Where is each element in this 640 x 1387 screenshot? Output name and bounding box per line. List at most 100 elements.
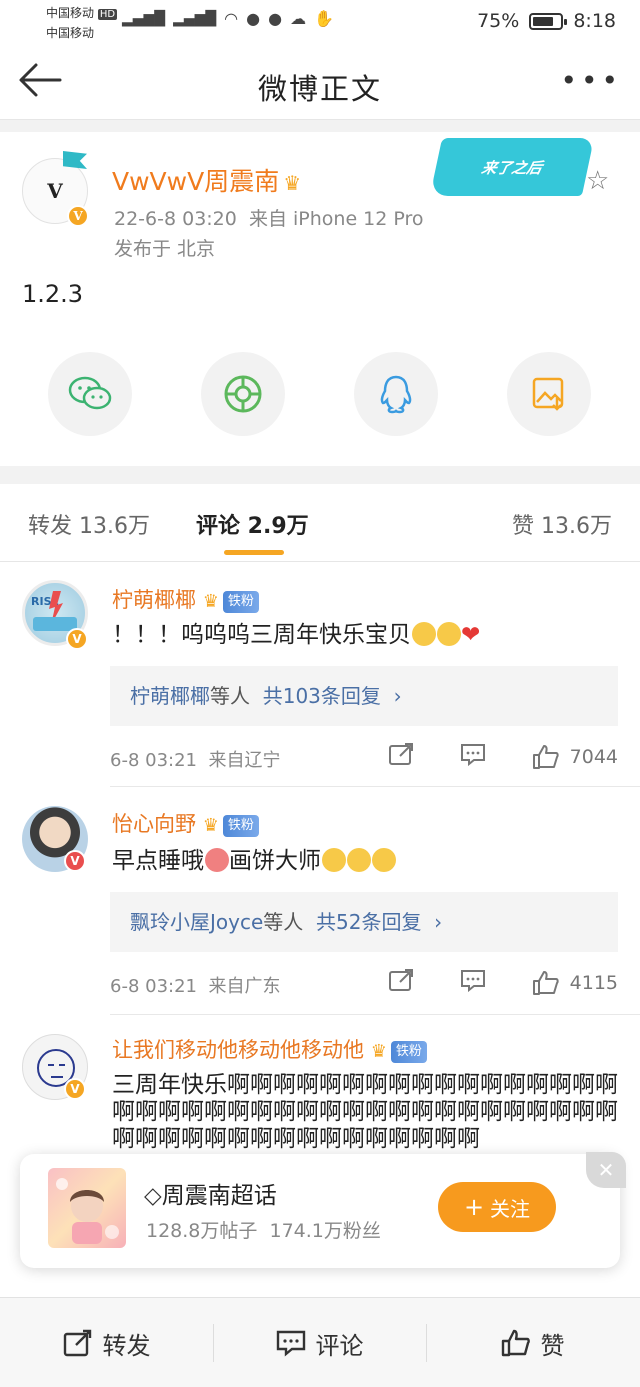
- close-icon[interactable]: ✕: [586, 1152, 626, 1188]
- comment-actions: 4115: [388, 968, 618, 997]
- post-date: 22-6-8 03:20: [114, 208, 237, 230]
- crown-icon: ♛: [283, 171, 302, 195]
- share-qq-button[interactable]: [354, 352, 438, 436]
- tab-repost[interactable]: 转发 13.6万: [28, 508, 150, 540]
- like-count: 7044: [569, 745, 618, 768]
- fan-crown-icon: ♛: [202, 815, 219, 836]
- author-name[interactable]: VwVwV周震南 ♛: [112, 162, 301, 198]
- nav-bar: 微博正文 •••: [0, 44, 640, 120]
- signal-icon: ▂▄▆█: [122, 10, 166, 27]
- commenter-name-text: 柠萌椰椰: [112, 588, 196, 612]
- tab-likes[interactable]: 赞 13.6万: [512, 508, 612, 540]
- comment-button[interactable]: 评论: [213, 1298, 426, 1387]
- favorite-star-icon[interactable]: ☆: [586, 166, 609, 196]
- carrier-info: 中国移动 HD 中国移动: [46, 4, 118, 42]
- wifi-icon: ◠: [224, 9, 239, 28]
- hand-icon: ✋: [314, 9, 334, 28]
- post-source: 来自 iPhone 12 Pro: [248, 208, 424, 230]
- repost-label: 转发: [102, 1331, 151, 1360]
- commenter-name[interactable]: 怡心向野 ♛ 铁粉: [112, 808, 259, 838]
- super-topic-card[interactable]: ◇周震南超话 128.8万帖子 174.1万粉丝 + 关注 ✕: [20, 1152, 626, 1268]
- comment-source: 来自辽宁: [208, 750, 281, 771]
- author-name-text: VwVwV周震南: [112, 167, 280, 196]
- author-avatar[interactable]: V V: [22, 151, 89, 227]
- share-moments-button[interactable]: [201, 352, 285, 436]
- post-meta: 22-6-8 03:20 来自 iPhone 12 Pro 发布于 北京: [114, 204, 424, 264]
- active-tab-indicator: [224, 550, 284, 555]
- wechat-icon: [68, 376, 112, 410]
- smile-emoji-icon: [347, 848, 371, 872]
- reply-summary[interactable]: 柠萌椰椰等人 共103条回复 ›: [110, 666, 618, 726]
- follow-button[interactable]: + 关注: [438, 1182, 556, 1232]
- share-icon[interactable]: [388, 968, 414, 997]
- signal-icon-2: ▂▄▆█: [173, 10, 217, 27]
- comment-icon: [276, 1330, 305, 1357]
- like-count: 4115: [569, 971, 618, 994]
- tab-comments[interactable]: 评论 2.9万: [196, 508, 309, 540]
- section-gap-2: [0, 466, 640, 484]
- like-post-button[interactable]: 赞: [426, 1298, 639, 1387]
- reply-icon[interactable]: [460, 968, 486, 997]
- share-wechat-button[interactable]: [48, 352, 132, 436]
- fan-level-badge: 铁粉: [390, 1041, 427, 1063]
- commenter-name[interactable]: 柠萌椰椰 ♛ 铁粉: [112, 584, 259, 614]
- weather-icon: ☁: [290, 9, 307, 28]
- more-button[interactable]: •••: [560, 64, 622, 97]
- reply-names: 飘玲小屋Joyce: [130, 910, 264, 934]
- status-icons: ▂▄▆█ ▂▄▆█ ◠ ● ● ☁ ✋: [122, 9, 334, 28]
- card-decoration-banner: 来了之后: [429, 138, 595, 196]
- follow-label: 关注: [490, 1196, 531, 1221]
- topic-thumbnail: [48, 1168, 126, 1248]
- fan-level-badge: 铁粉: [222, 591, 259, 613]
- reply-icon[interactable]: [460, 742, 486, 771]
- wechat-status-icon: ●: [268, 9, 283, 28]
- thumbs-up-icon: [501, 1329, 530, 1357]
- comment-item: V 怡心向野 ♛ 铁粉 早点睡哦 画饼大师 飘玲小屋Joyce等人 共52条回复 ›…: [0, 788, 640, 1016]
- weibo-detail-page: 中国移动 HD 中国移动 ▂▄▆█ ▂▄▆█ ◠ ● ● ☁ ✋ 75% 8:1…: [0, 0, 640, 1387]
- battery-level: [533, 16, 554, 26]
- thumbs-up-icon: [532, 744, 559, 769]
- fan-crown-icon: ♛: [202, 591, 219, 612]
- share-icon[interactable]: [388, 742, 414, 771]
- save-image-button[interactable]: [507, 352, 591, 436]
- battery-percent: 75%: [477, 10, 520, 32]
- topic-title: ◇周震南超话: [144, 1176, 277, 1210]
- smile-emoji-icon: [372, 848, 396, 872]
- topic-fans: 174.1万粉丝: [269, 1220, 381, 1242]
- commenter-name-text: 怡心向野: [112, 812, 196, 836]
- like-button[interactable]: 4115: [532, 970, 618, 996]
- diamond-icon: ◇: [144, 1183, 162, 1209]
- comment-meta: 6-8 03:21 来自广东: [110, 972, 280, 998]
- comment-text-body: 早点睡哦: [112, 848, 204, 874]
- topic-title-text: 周震南超话: [161, 1183, 277, 1209]
- comment-text-tail: 画饼大师: [229, 848, 321, 874]
- reply-suffix: 等人: [263, 910, 304, 934]
- chevron-right-icon: ›: [393, 684, 402, 708]
- avatar-flag: [63, 151, 87, 169]
- carrier-1: 中国移动: [46, 6, 95, 20]
- verified-badge-icon: V: [64, 1078, 86, 1100]
- plus-icon: +: [463, 1193, 485, 1221]
- comment-time: 6-8 03:21: [110, 750, 197, 771]
- section-gap: [0, 120, 640, 132]
- verified-badge-icon: V: [66, 628, 88, 650]
- comment-time: 6-8 03:21: [110, 976, 197, 997]
- repost-icon: [63, 1329, 91, 1357]
- comment-divider: [110, 1014, 640, 1015]
- post-body: 1.2.3: [22, 280, 84, 308]
- comment-text: ！！！呜呜呜三周年快乐宝贝 ❤: [112, 622, 480, 649]
- reply-summary[interactable]: 飘玲小屋Joyce等人 共52条回复 ›: [110, 892, 618, 952]
- commenter-name[interactable]: 让我们移动他移动他移动他 ♛ 铁粉: [112, 1034, 427, 1064]
- repost-button[interactable]: 转发: [0, 1298, 213, 1387]
- post-card: V V VwVwV周震南 ♛ 22-6-8 03:20 来自 iPhone 12 …: [0, 132, 640, 466]
- comment-text: 早点睡哦 画饼大师: [112, 848, 396, 875]
- like-button[interactable]: 7044: [532, 744, 618, 770]
- carrier-2: 中国移动: [46, 26, 95, 40]
- post-tabs: 转发 13.6万 评论 2.9万 赞 13.6万: [0, 484, 640, 562]
- comment-label: 评论: [315, 1331, 364, 1360]
- comment-divider: [110, 786, 640, 787]
- reply-names: 柠萌椰椰: [130, 684, 210, 708]
- comment-meta: 6-8 03:21 来自辽宁: [110, 746, 280, 772]
- heart-eyes-emoji-icon: [205, 848, 229, 872]
- share-row: [48, 352, 596, 438]
